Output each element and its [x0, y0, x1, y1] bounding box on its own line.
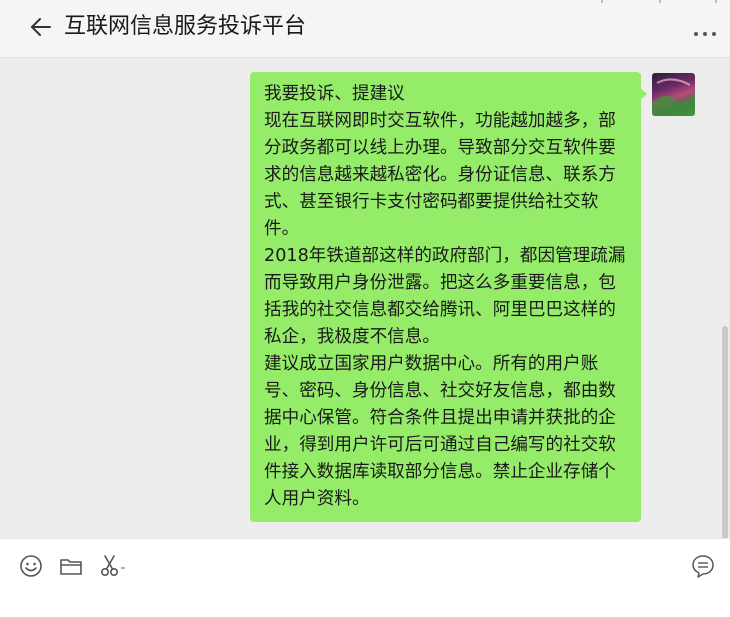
page-title: 互联网信息服务投诉平台: [64, 14, 307, 39]
emoji-icon[interactable]: [18, 553, 44, 579]
scissors-icon[interactable]: [98, 553, 128, 579]
avatar[interactable]: [652, 73, 695, 116]
chat-header: 互联网信息服务投诉平台: [0, 0, 730, 58]
message-bubble[interactable]: 我要投诉、提建议 现在互联网即时交互软件，功能越加越多，部分政务都可以线上办理。…: [250, 72, 641, 522]
input-toolbar: [0, 538, 730, 617]
message-bubble-tail: [640, 88, 647, 100]
folder-icon[interactable]: [58, 553, 84, 579]
chat-history-icon[interactable]: [690, 553, 716, 579]
more-dots-icon[interactable]: [692, 22, 718, 42]
arrow-left-icon[interactable]: [28, 14, 54, 40]
chat-area: 我要投诉、提建议 现在互联网即时交互软件，功能越加越多，部分政务都可以线上办理。…: [0, 58, 730, 594]
window-controls-remnant-icon: [601, 0, 717, 3]
